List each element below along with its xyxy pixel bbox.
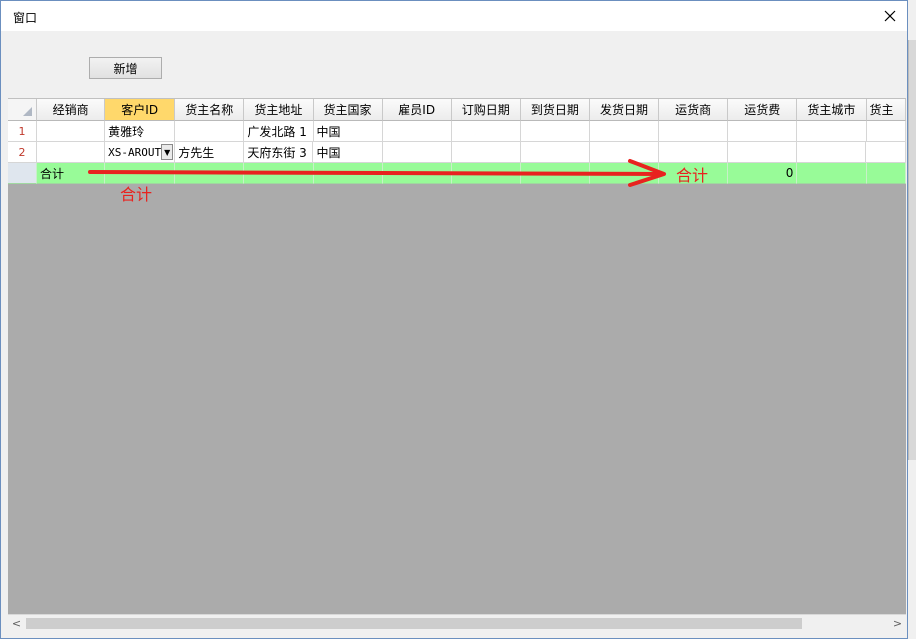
cell-arrival-date[interactable] [520,121,590,142]
column-header-dealer[interactable]: 经销商 [37,99,106,121]
dropdown-button[interactable]: ▼ [161,144,174,160]
cell-shipper-country[interactable]: 中国 [313,121,383,142]
summary-cell [797,163,867,184]
annotation-label-right: 合计 [676,166,709,185]
title-bar: 窗口 [1,1,907,31]
column-header-order-date[interactable]: 订购日期 [451,99,521,121]
summary-freight-total: 0 [728,163,798,184]
cell-employee-id[interactable] [382,142,452,163]
summary-cell [244,163,314,184]
cell-dealer[interactable] [37,142,106,163]
column-header-freight[interactable]: 运货费 [728,99,798,121]
cell-customer-id[interactable]: 黄雅玲 [105,121,176,142]
customer-id-value: XS-AROUT [108,145,162,159]
summary-label: 合计 [37,163,106,184]
toolbar: 新增 [9,31,907,99]
cell-shipper-city[interactable] [797,121,867,142]
cell-freight[interactable] [728,121,798,142]
chevron-down-icon: ▼ [164,147,171,157]
column-header-shipper-country[interactable]: 货主国家 [313,99,383,121]
window-title: 窗口 [13,11,38,25]
cell-shipper-partial[interactable] [866,142,906,163]
cell-order-date[interactable] [451,121,521,142]
cell-ship-date[interactable] [589,142,660,163]
summary-cell [590,163,660,184]
cell-order-date[interactable] [451,142,521,163]
cell-shipper-address[interactable]: 天府东街 3 [244,142,314,163]
add-button[interactable]: 新增 [89,57,162,79]
column-header-customer-id[interactable]: 客户ID [105,99,176,121]
column-header-shipper-city[interactable]: 货主城市 [797,99,867,121]
summary-cell [382,163,452,184]
summary-cell [520,163,590,184]
column-header-employee-id[interactable]: 雇员ID [382,99,452,121]
scroll-right-button[interactable]: > [889,615,906,632]
scroll-left-button[interactable]: < [8,615,25,632]
cell-shipper-country[interactable]: 中国 [313,142,383,163]
column-header-ship-date[interactable]: 发货日期 [590,99,660,121]
cell-shipper-city[interactable] [797,142,867,163]
cell-carrier[interactable] [659,121,729,142]
background-window-edge-right [908,40,916,460]
summary-row-header [8,163,37,184]
cell-dealer[interactable] [37,121,106,142]
cell-carrier[interactable] [659,142,729,163]
cell-arrival-date[interactable] [520,142,590,163]
summary-cell [866,163,906,184]
table-row[interactable]: 1 黄雅玲 广发北路 1 中国 [8,121,906,142]
close-button[interactable] [873,1,907,31]
table-row[interactable]: 2 XS-AROUT ▼ 方先生 天府东街 3 中国 [8,142,906,163]
cell-shipper-address[interactable]: 广发北路 1 [244,121,314,142]
summary-cell [313,163,383,184]
customer-id-combobox[interactable]: XS-AROUT ▼ [108,144,174,160]
cell-customer-id[interactable]: XS-AROUT ▼ [105,142,176,163]
summary-cell [451,163,521,184]
column-header-carrier[interactable]: 运货商 [659,99,729,121]
horizontal-scrollbar[interactable]: < > [8,614,906,631]
grid-header-row: 经销商 客户ID 货主名称 货主地址 货主国家 雇员ID 订购日期 到货日期 发… [8,99,906,121]
scrollbar-thumb[interactable] [26,618,802,629]
annotation-label-left: 合计 [120,185,153,204]
chevron-left-icon: < [11,617,22,630]
column-header-shipper-address[interactable]: 货主地址 [244,99,314,121]
select-all-corner[interactable] [8,99,37,121]
cell-freight[interactable] [728,142,798,163]
column-header-shipper-partial[interactable]: 货主 [866,99,906,121]
cell-employee-id[interactable] [382,121,452,142]
close-icon [884,10,896,22]
column-header-arrival-date[interactable]: 到货日期 [520,99,590,121]
chevron-right-icon: > [892,617,903,630]
cell-shipper-name[interactable] [175,121,245,142]
cell-shipper-partial[interactable] [866,121,906,142]
cell-shipper-name[interactable]: 方先生 [175,142,245,163]
row-number[interactable]: 1 [8,121,37,142]
cell-ship-date[interactable] [590,121,660,142]
row-number[interactable]: 2 [8,142,37,163]
data-grid[interactable]: 经销商 客户ID 货主名称 货主地址 货主国家 雇员ID 订购日期 到货日期 发… [8,98,906,614]
summary-cell [175,163,245,184]
column-header-shipper-name[interactable]: 货主名称 [175,99,245,121]
